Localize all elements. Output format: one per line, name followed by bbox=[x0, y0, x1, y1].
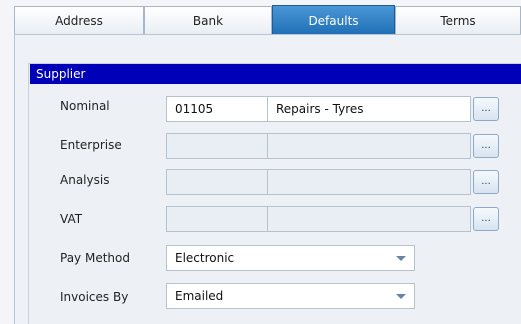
analysis-code-field[interactable] bbox=[166, 169, 268, 195]
analysis-label: Analysis bbox=[60, 173, 110, 187]
tab-bar: Address Bank Defaults Terms bbox=[0, 0, 521, 35]
nominal-code-field[interactable]: 01105 bbox=[166, 96, 268, 122]
vat-code-field[interactable] bbox=[166, 206, 268, 232]
supplier-group-header: Supplier bbox=[30, 64, 521, 84]
pay-method-value: Electronic bbox=[175, 251, 235, 265]
enterprise-code-field[interactable] bbox=[166, 133, 268, 159]
invoices-by-select[interactable]: Emailed bbox=[166, 283, 415, 309]
supplier-group-title: Supplier bbox=[36, 67, 86, 81]
analysis-lookup-button[interactable]: ... bbox=[473, 170, 499, 194]
pay-method-label: Pay Method bbox=[60, 251, 130, 265]
vat-lookup-button[interactable]: ... bbox=[473, 207, 499, 231]
nominal-code-value: 01105 bbox=[175, 102, 214, 116]
tab-address[interactable]: Address bbox=[14, 6, 144, 34]
tab-address-label: Address bbox=[55, 13, 103, 28]
tab-bank-label: Bank bbox=[192, 13, 224, 28]
analysis-description-field[interactable] bbox=[267, 169, 471, 195]
tab-defaults-label: Defaults bbox=[308, 13, 359, 28]
nominal-label: Nominal bbox=[60, 99, 110, 113]
invoices-by-dropdown-icon[interactable] bbox=[396, 294, 406, 299]
nominal-description-field[interactable]: Repairs - Tyres bbox=[267, 96, 471, 122]
tab-defaults[interactable]: Defaults bbox=[272, 5, 395, 35]
enterprise-description-field[interactable] bbox=[267, 133, 471, 159]
pay-method-dropdown-icon[interactable] bbox=[396, 256, 406, 261]
tab-bank[interactable]: Bank bbox=[144, 6, 272, 34]
enterprise-label: Enterprise bbox=[60, 138, 122, 152]
invoices-by-value: Emailed bbox=[175, 289, 224, 303]
vat-label: VAT bbox=[60, 212, 83, 226]
tab-terms-label: Terms bbox=[440, 13, 476, 28]
vat-description-field[interactable] bbox=[267, 206, 471, 232]
nominal-description-value: Repairs - Tyres bbox=[276, 102, 364, 116]
enterprise-lookup-button[interactable]: ... bbox=[473, 134, 499, 158]
nominal-lookup-button[interactable]: ... bbox=[473, 97, 499, 121]
tab-terms[interactable]: Terms bbox=[395, 6, 521, 34]
invoices-by-label: Invoices By bbox=[60, 290, 129, 304]
pay-method-select[interactable]: Electronic bbox=[166, 245, 415, 271]
